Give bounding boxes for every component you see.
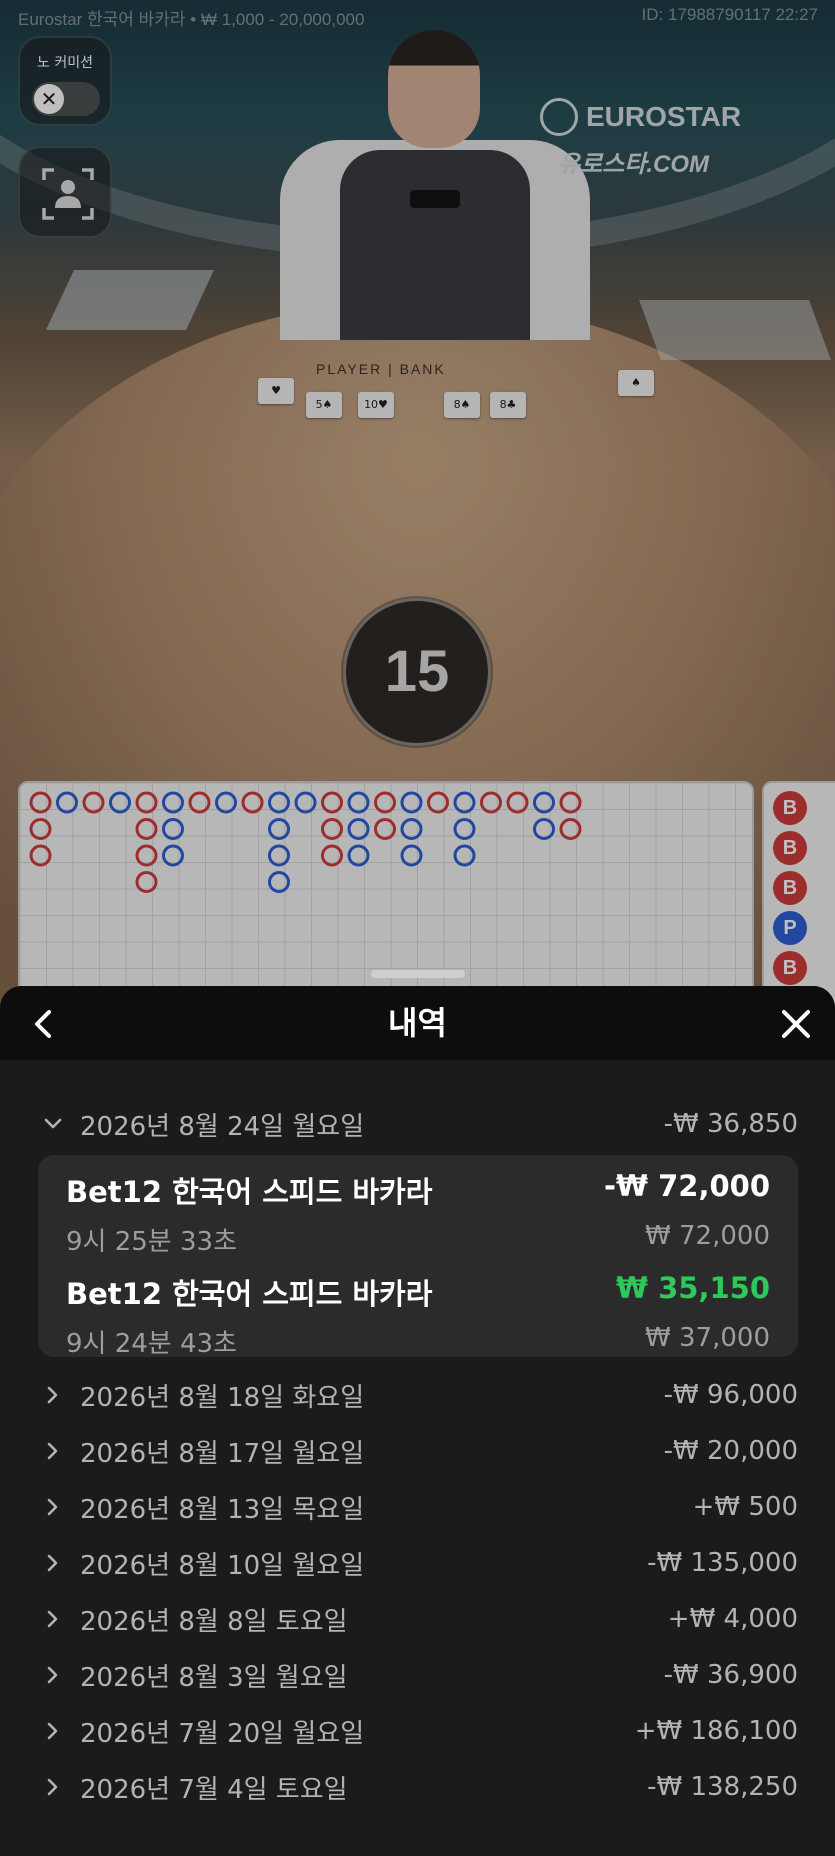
day-date: 2026년 7월 4일 토요일 — [80, 1774, 348, 1805]
bet-time: 9시 25분 33초 — [66, 1227, 237, 1257]
day-total: -₩ 138,250 — [647, 1772, 798, 1802]
chevron-right-icon — [38, 1548, 68, 1578]
day-total: -₩ 36,850 — [663, 1109, 798, 1139]
bet-result: ₩ 35,150 — [616, 1271, 770, 1305]
day-date: 2026년 8월 17일 월요일 — [80, 1438, 365, 1469]
day-total: -₩ 96,000 — [663, 1380, 798, 1410]
day-date: 2026년 8월 24일 월요일 — [80, 1111, 365, 1142]
history-day-row[interactable]: 2026년 8월 8일 토요일 +₩ 4,000 — [38, 1599, 798, 1639]
close-button[interactable] — [776, 1004, 816, 1044]
bet-result: -₩ 72,000 — [603, 1169, 770, 1203]
chevron-down-icon — [38, 1109, 68, 1139]
sheet-grab-handle[interactable] — [371, 970, 465, 978]
bet-entry[interactable]: Bet12 한국어 스피드 바카라 -₩ 72,000 9시 25분 33초 ₩… — [66, 1169, 770, 1258]
history-day-row-expanded[interactable]: 2026년 8월 24일 월요일 -₩ 36,850 — [38, 1104, 798, 1144]
bet-stake: ₩ 37,000 — [645, 1323, 770, 1353]
bet-game-name: Bet12 한국어 스피드 바카라 — [66, 1175, 433, 1209]
day-date: 2026년 8월 8일 토요일 — [80, 1606, 348, 1637]
day-bets-card: Bet12 한국어 스피드 바카라 -₩ 72,000 9시 25분 33초 ₩… — [38, 1155, 798, 1360]
history-day-row[interactable]: 2026년 8월 17일 월요일 -₩ 20,000 — [38, 1431, 798, 1471]
bet-entry[interactable]: Bet12 한국어 스피드 바카라 ₩ 35,150 9시 24분 43초 ₩ … — [66, 1271, 770, 1360]
day-date: 2026년 8월 3일 월요일 — [80, 1662, 348, 1693]
close-icon — [782, 1010, 810, 1038]
stage-overlay — [0, 0, 835, 1010]
bet-stake: ₩ 72,000 — [645, 1221, 770, 1251]
day-date: 2026년 7월 20일 월요일 — [80, 1718, 365, 1749]
live-video-stage: EUROSTAR 유로스타.COM PLAYER | BANK ♥ 5♠ 10♥… — [0, 0, 835, 1010]
day-total: +₩ 186,100 — [634, 1716, 798, 1746]
sheet-title: 내역 — [388, 1004, 447, 1042]
chevron-right-icon — [38, 1660, 68, 1690]
chevron-right-icon — [38, 1492, 68, 1522]
history-day-row[interactable]: 2026년 8월 18일 화요일 -₩ 96,000 — [38, 1375, 798, 1415]
chevron-left-icon — [35, 1010, 51, 1038]
history-day-row[interactable]: 2026년 7월 20일 월요일 +₩ 186,100 — [38, 1711, 798, 1751]
day-total: -₩ 20,000 — [663, 1436, 798, 1466]
back-button[interactable] — [24, 1004, 64, 1044]
history-day-row[interactable]: 2026년 8월 13일 목요일 +₩ 500 — [38, 1487, 798, 1527]
day-total: +₩ 4,000 — [667, 1604, 798, 1634]
history-day-row[interactable]: 2026년 8월 10일 월요일 -₩ 135,000 — [38, 1543, 798, 1583]
chevron-right-icon — [38, 1380, 68, 1410]
history-day-row[interactable]: 2026년 7월 4일 토요일 -₩ 138,250 — [38, 1767, 798, 1807]
sheet-header: 내역 — [0, 986, 835, 1060]
day-date: 2026년 8월 18일 화요일 — [80, 1382, 365, 1413]
chevron-right-icon — [38, 1604, 68, 1634]
chevron-right-icon — [38, 1772, 68, 1802]
day-date: 2026년 8월 13일 목요일 — [80, 1494, 365, 1525]
day-total: -₩ 135,000 — [647, 1548, 798, 1578]
day-total: +₩ 500 — [692, 1492, 798, 1522]
bet-time: 9시 24분 43초 — [66, 1329, 237, 1359]
chevron-right-icon — [38, 1716, 68, 1746]
day-total: -₩ 36,900 — [663, 1660, 798, 1690]
history-day-row[interactable]: 2026년 8월 3일 월요일 -₩ 36,900 — [38, 1655, 798, 1695]
chevron-right-icon — [38, 1436, 68, 1466]
bet-game-name: Bet12 한국어 스피드 바카라 — [66, 1277, 433, 1311]
day-date: 2026년 8월 10일 월요일 — [80, 1550, 365, 1581]
